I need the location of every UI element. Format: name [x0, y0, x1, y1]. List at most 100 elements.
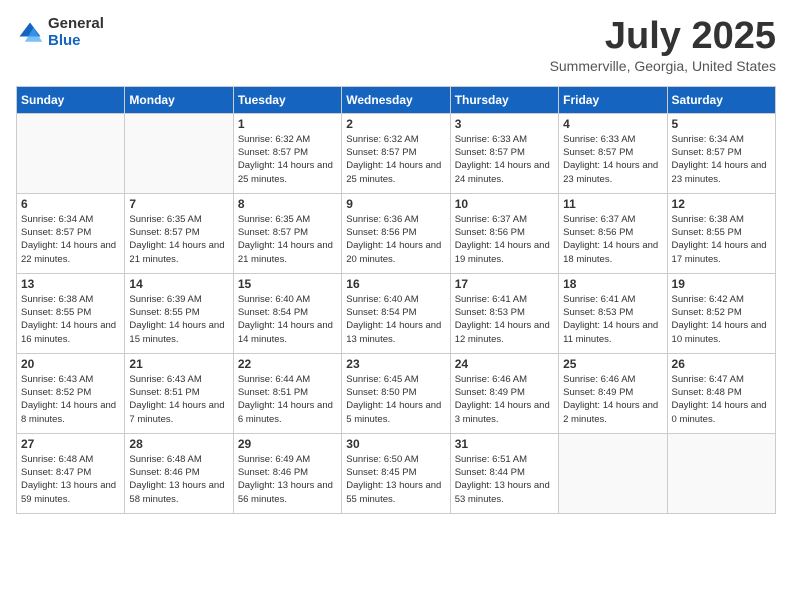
day-number: 20 — [21, 357, 120, 371]
day-info: Sunrise: 6:34 AMSunset: 8:57 PMDaylight:… — [672, 133, 771, 186]
day-info: Sunrise: 6:37 AMSunset: 8:56 PMDaylight:… — [455, 213, 554, 266]
day-info: Sunrise: 6:33 AMSunset: 8:57 PMDaylight:… — [455, 133, 554, 186]
day-info: Sunrise: 6:37 AMSunset: 8:56 PMDaylight:… — [563, 213, 662, 266]
day-number: 23 — [346, 357, 445, 371]
day-info: Sunrise: 6:45 AMSunset: 8:50 PMDaylight:… — [346, 373, 445, 426]
calendar-cell: 8 Sunrise: 6:35 AMSunset: 8:57 PMDaylight… — [233, 193, 341, 273]
day-number: 21 — [129, 357, 228, 371]
calendar-cell: 10Sunrise: 6:37 AMSunset: 8:56 PMDayligh… — [450, 193, 558, 273]
day-info: Sunrise: 6:36 AMSunset: 8:56 PMDaylight:… — [346, 213, 445, 266]
calendar-cell: 6Sunrise: 6:34 AMSunset: 8:57 PMDaylight… — [17, 193, 125, 273]
calendar-cell: 9 Sunrise: 6:36 AMSunset: 8:56 PMDaylight… — [342, 193, 450, 273]
calendar-week-row: 1 Sunrise: 6:32 AMSunset: 8:57 PMDaylight… — [17, 113, 776, 193]
column-header-tuesday: Tuesday — [233, 86, 341, 113]
calendar-cell: 15 Sunrise: 6:40 AMSunset: 8:54 PMDayligh… — [233, 273, 341, 353]
day-number: 1 — [238, 117, 337, 131]
title-area: July 2025 Summerville, Georgia, United S… — [550, 16, 776, 74]
day-info: Sunrise: 6:50 AMSunset: 8:45 PMDaylight:… — [346, 453, 445, 506]
day-info: Sunrise: 6:32 AMSunset: 8:57 PMDaylight:… — [346, 133, 445, 186]
calendar-table: SundayMondayTuesdayWednesdayThursdayFrid… — [16, 86, 776, 514]
day-number: 25 — [563, 357, 662, 371]
day-number: 30 — [346, 437, 445, 451]
calendar-cell: 2 Sunrise: 6:32 AMSunset: 8:57 PMDaylight… — [342, 113, 450, 193]
day-info: Sunrise: 6:51 AMSunset: 8:44 PMDaylight:… — [455, 453, 554, 506]
day-number: 29 — [238, 437, 337, 451]
column-header-thursday: Thursday — [450, 86, 558, 113]
calendar-cell: 21 Sunrise: 6:43 AMSunset: 8:51 PMDayligh… — [125, 353, 233, 433]
day-info: Sunrise: 6:35 AMSunset: 8:57 PMDaylight:… — [238, 213, 337, 266]
day-info: Sunrise: 6:35 AMSunset: 8:57 PMDaylight:… — [129, 213, 228, 266]
calendar-cell — [667, 433, 775, 513]
day-info: Sunrise: 6:41 AMSunset: 8:53 PMDaylight:… — [455, 293, 554, 346]
day-number: 15 — [238, 277, 337, 291]
calendar-cell: 19Sunrise: 6:42 AMSunset: 8:52 PMDayligh… — [667, 273, 775, 353]
logo-icon — [16, 19, 44, 47]
column-header-monday: Monday — [125, 86, 233, 113]
day-info: Sunrise: 6:49 AMSunset: 8:46 PMDaylight:… — [238, 453, 337, 506]
logo-text: General Blue — [48, 16, 104, 49]
calendar-cell: 4Sunrise: 6:33 AMSunset: 8:57 PMDaylight… — [559, 113, 667, 193]
day-number: 9 — [346, 197, 445, 211]
calendar-cell: 23 Sunrise: 6:45 AMSunset: 8:50 PMDayligh… — [342, 353, 450, 433]
calendar-cell: 28 Sunrise: 6:48 AMSunset: 8:46 PMDayligh… — [125, 433, 233, 513]
day-number: 31 — [455, 437, 554, 451]
day-info: Sunrise: 6:33 AMSunset: 8:57 PMDaylight:… — [563, 133, 662, 186]
day-number: 7 — [129, 197, 228, 211]
day-number: 11 — [563, 197, 662, 211]
calendar-cell: 11 Sunrise: 6:37 AMSunset: 8:56 PMDayligh… — [559, 193, 667, 273]
calendar-cell: 16Sunrise: 6:40 AMSunset: 8:54 PMDayligh… — [342, 273, 450, 353]
column-header-saturday: Saturday — [667, 86, 775, 113]
calendar-cell: 13 Sunrise: 6:38 AMSunset: 8:55 PMDayligh… — [17, 273, 125, 353]
calendar-cell: 29 Sunrise: 6:49 AMSunset: 8:46 PMDayligh… — [233, 433, 341, 513]
column-header-wednesday: Wednesday — [342, 86, 450, 113]
calendar-week-row: 6Sunrise: 6:34 AMSunset: 8:57 PMDaylight… — [17, 193, 776, 273]
day-info: Sunrise: 6:48 AMSunset: 8:46 PMDaylight:… — [129, 453, 228, 506]
day-number: 13 — [21, 277, 120, 291]
calendar-cell: 7 Sunrise: 6:35 AMSunset: 8:57 PMDaylight… — [125, 193, 233, 273]
calendar-cell: 20 Sunrise: 6:43 AMSunset: 8:52 PMDayligh… — [17, 353, 125, 433]
calendar-cell: 14 Sunrise: 6:39 AMSunset: 8:55 PMDayligh… — [125, 273, 233, 353]
day-info: Sunrise: 6:34 AMSunset: 8:57 PMDaylight:… — [21, 213, 120, 266]
day-info: Sunrise: 6:43 AMSunset: 8:52 PMDaylight:… — [21, 373, 120, 426]
day-info: Sunrise: 6:39 AMSunset: 8:55 PMDaylight:… — [129, 293, 228, 346]
day-number: 24 — [455, 357, 554, 371]
location: Summerville, Georgia, United States — [550, 58, 776, 74]
calendar-cell: 27Sunrise: 6:48 AMSunset: 8:47 PMDayligh… — [17, 433, 125, 513]
calendar-cell: 24 Sunrise: 6:46 AMSunset: 8:49 PMDayligh… — [450, 353, 558, 433]
calendar-cell: 22Sunrise: 6:44 AMSunset: 8:51 PMDayligh… — [233, 353, 341, 433]
day-number: 27 — [21, 437, 120, 451]
day-number: 28 — [129, 437, 228, 451]
day-info: Sunrise: 6:43 AMSunset: 8:51 PMDaylight:… — [129, 373, 228, 426]
logo-general: General — [48, 16, 104, 33]
page-header: General Blue July 2025 Summerville, Geor… — [16, 16, 776, 74]
day-number: 8 — [238, 197, 337, 211]
day-number: 18 — [563, 277, 662, 291]
calendar-cell: 26 Sunrise: 6:47 AMSunset: 8:48 PMDayligh… — [667, 353, 775, 433]
day-info: Sunrise: 6:32 AMSunset: 8:57 PMDaylight:… — [238, 133, 337, 186]
day-number: 22 — [238, 357, 337, 371]
calendar-cell: 1 Sunrise: 6:32 AMSunset: 8:57 PMDaylight… — [233, 113, 341, 193]
day-info: Sunrise: 6:46 AMSunset: 8:49 PMDaylight:… — [455, 373, 554, 426]
calendar-header-row: SundayMondayTuesdayWednesdayThursdayFrid… — [17, 86, 776, 113]
calendar-cell: 31 Sunrise: 6:51 AMSunset: 8:44 PMDayligh… — [450, 433, 558, 513]
day-info: Sunrise: 6:38 AMSunset: 8:55 PMDaylight:… — [21, 293, 120, 346]
day-number: 16 — [346, 277, 445, 291]
day-number: 26 — [672, 357, 771, 371]
day-info: Sunrise: 6:42 AMSunset: 8:52 PMDaylight:… — [672, 293, 771, 346]
calendar-cell: 5 Sunrise: 6:34 AMSunset: 8:57 PMDaylight… — [667, 113, 775, 193]
day-info: Sunrise: 6:41 AMSunset: 8:53 PMDaylight:… — [563, 293, 662, 346]
calendar-week-row: 20 Sunrise: 6:43 AMSunset: 8:52 PMDayligh… — [17, 353, 776, 433]
day-info: Sunrise: 6:47 AMSunset: 8:48 PMDaylight:… — [672, 373, 771, 426]
day-number: 17 — [455, 277, 554, 291]
day-number: 5 — [672, 117, 771, 131]
logo: General Blue — [16, 16, 104, 49]
calendar-cell: 18 Sunrise: 6:41 AMSunset: 8:53 PMDayligh… — [559, 273, 667, 353]
calendar-week-row: 27Sunrise: 6:48 AMSunset: 8:47 PMDayligh… — [17, 433, 776, 513]
day-number: 2 — [346, 117, 445, 131]
calendar-cell — [559, 433, 667, 513]
day-info: Sunrise: 6:40 AMSunset: 8:54 PMDaylight:… — [238, 293, 337, 346]
day-number: 12 — [672, 197, 771, 211]
calendar-cell: 17 Sunrise: 6:41 AMSunset: 8:53 PMDayligh… — [450, 273, 558, 353]
month-title: July 2025 — [550, 16, 776, 58]
day-number: 14 — [129, 277, 228, 291]
